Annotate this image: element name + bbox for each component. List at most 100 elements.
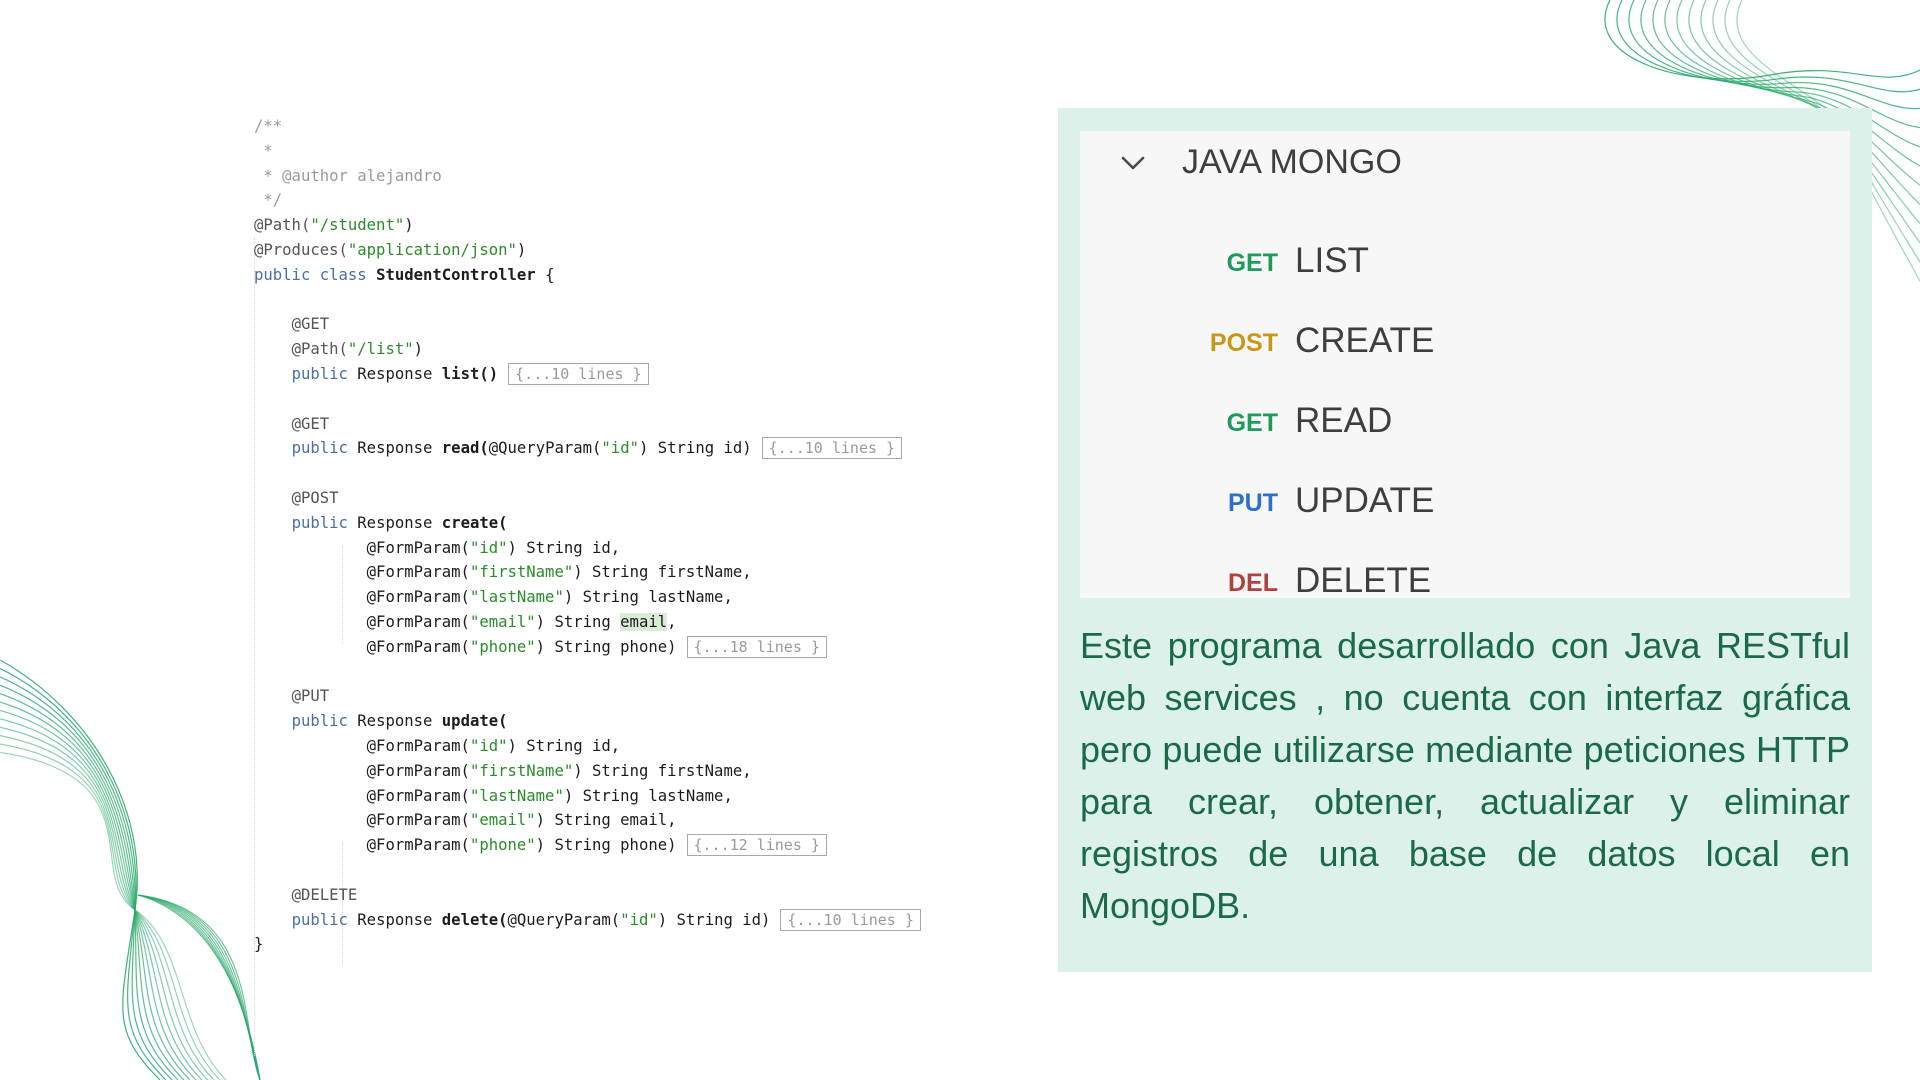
request-item-read[interactable]: GET READ (1080, 393, 1850, 453)
http-method-badge: PUT (1228, 489, 1278, 517)
punctuation: } (254, 935, 264, 954)
code-line: public Response read(@QueryParam("id") S… (254, 436, 921, 461)
annotation: @FormParam( (366, 736, 470, 755)
type-name: Response (357, 364, 433, 383)
comment-author-name: alejandro (347, 166, 442, 185)
parameter: ) String id, (507, 736, 621, 755)
class-name: StudentController (376, 265, 536, 284)
code-line: @FormParam("lastName") String lastName, (254, 784, 921, 809)
keyword: public (291, 712, 348, 731)
code-fold-toggle[interactable]: {...18 lines } (686, 635, 827, 658)
parameter: ) String firstName, (573, 563, 752, 582)
parameter: ) String phone) (535, 836, 677, 855)
code-line: @PUT (254, 684, 921, 709)
http-method-badge: POST (1209, 329, 1278, 357)
decorative-wave-line (1616, 0, 1920, 93)
annotation: @PUT (291, 687, 330, 706)
decorative-wave-line (0, 735, 215, 1080)
parameter: ) String phone) (535, 637, 677, 656)
code-line: public Response list() {...10 lines } (254, 362, 921, 387)
code-line: @DELETE (254, 883, 921, 908)
parameter: ) String firstName, (573, 761, 752, 780)
annotation: @GET (291, 414, 330, 433)
http-method-badge: GET (1226, 249, 1278, 277)
parameter: ) String (535, 612, 621, 631)
highlighted-word: email (620, 612, 668, 631)
string-literal: "id" (601, 439, 639, 458)
method-name: read( (441, 439, 489, 458)
code-line: public Response update( (254, 709, 921, 734)
keyword: public (291, 513, 348, 532)
code-line: } (254, 932, 921, 957)
code-fold-toggle[interactable]: {...10 lines } (780, 908, 921, 931)
http-method-badge: GET (1226, 409, 1278, 437)
code-fold-toggle[interactable]: {...10 lines } (508, 362, 649, 385)
decorative-wave-line (0, 701, 191, 1080)
decorative-wave-line (137, 894, 261, 1080)
decorative-wave-line (137, 894, 261, 1080)
code-line: /** (254, 114, 921, 139)
request-name: DELETE (1295, 561, 1432, 600)
annotation: @POST (291, 488, 339, 507)
request-item-update[interactable]: PUT UPDATE (1080, 473, 1850, 533)
method-name: list() (441, 364, 499, 383)
comment: */ (254, 191, 283, 210)
annotation: @FormParam( (366, 836, 470, 855)
annotation: @FormParam( (366, 761, 470, 780)
string-literal: "email" (469, 612, 536, 631)
keyword: public (291, 439, 348, 458)
keyword: class (319, 265, 367, 284)
code-line: @FormParam("phone") String phone) {...18 … (254, 635, 921, 660)
comment: * (254, 141, 273, 160)
string-literal: "application/json" (347, 240, 517, 259)
decorative-wave-lines-bottom-left (0, 660, 261, 1080)
decorative-wave-line (0, 684, 179, 1080)
code-editor-snippet: /** * * @author alejandro */ @Path("/stu… (254, 114, 921, 1056)
collection-title: JAVA MONGO (1182, 143, 1402, 181)
comment-author-tag: * @author (254, 166, 348, 185)
collection-header[interactable]: JAVA MONGO (1080, 131, 1850, 197)
annotation: @Produces( (254, 240, 348, 259)
string-literal: "/student" (310, 216, 405, 235)
method-name: delete( (441, 910, 508, 929)
code-line: @POST (254, 486, 921, 511)
request-name: READ (1295, 401, 1393, 440)
annotation: @DELETE (291, 885, 358, 904)
decorative-wave-line (137, 894, 261, 1080)
code-line: public Response delete(@QueryParam("id")… (254, 908, 921, 933)
type-name: Response (357, 712, 433, 731)
decorative-wave-line (137, 894, 261, 1080)
project-description: Este programa desarrollado con Java REST… (1080, 625, 1850, 926)
request-item-delete[interactable]: DEL DELETE (1080, 553, 1850, 613)
decorative-wave-line (0, 718, 203, 1080)
decorative-wave-line (0, 726, 209, 1080)
request-item-list[interactable]: GET LIST (1080, 233, 1850, 293)
code-line: public class StudentController { (254, 263, 921, 288)
code-line: @FormParam("id") String id, (254, 536, 921, 561)
decorative-wave-line (0, 751, 227, 1080)
annotation: @Path( (254, 216, 311, 235)
comment: /** (254, 117, 283, 135)
code-line: @FormParam("phone") String phone) {...12 … (254, 833, 921, 858)
decorative-wave-line (0, 676, 173, 1080)
code-line: @FormParam("id") String id, (254, 734, 921, 759)
code-fold-toggle[interactable]: {...12 lines } (686, 834, 827, 857)
request-item-create[interactable]: POST CREATE (1080, 313, 1850, 373)
decorative-wave-line (137, 894, 261, 1080)
parameter: ) String id) (657, 910, 771, 929)
annotation: @QueryParam( (488, 439, 602, 458)
annotation: @Path( (291, 340, 348, 359)
http-method-badge: DEL (1228, 569, 1278, 597)
annotation: @FormParam( (366, 563, 470, 582)
string-literal: "firstName" (469, 761, 574, 780)
decorative-wave-line (0, 693, 185, 1080)
code-fold-toggle[interactable]: {...10 lines } (761, 437, 903, 460)
parameter: ) String lastName, (563, 786, 733, 805)
type-name: Response (357, 910, 433, 929)
request-name: CREATE (1295, 321, 1435, 360)
chevron-down-icon[interactable] (1120, 155, 1146, 171)
decorative-wave-line (0, 709, 197, 1080)
